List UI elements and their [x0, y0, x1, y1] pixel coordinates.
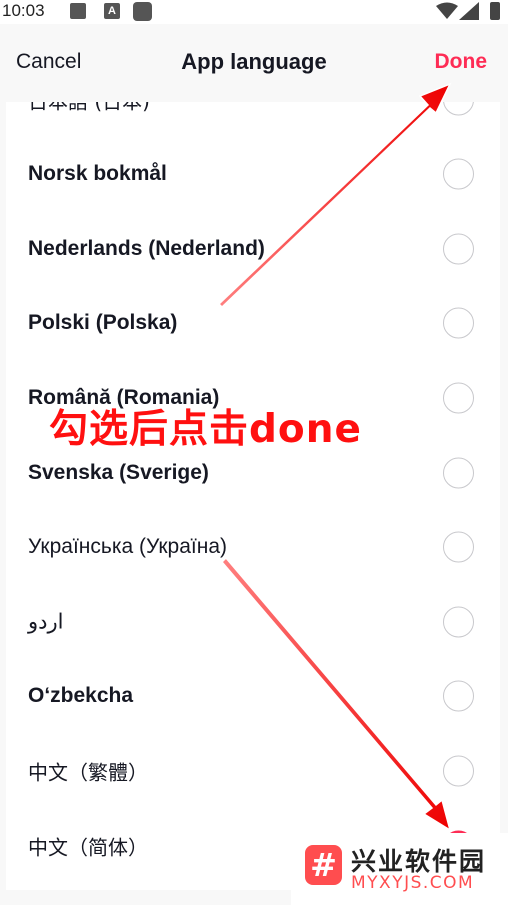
language-row[interactable]: Українська (Україна): [6, 510, 500, 585]
language-row[interactable]: اردو: [6, 584, 500, 659]
language-label: اردو: [28, 610, 64, 634]
language-list[interactable]: 日本語 (日本) Norsk bokmål Nederlands (Nederlan…: [6, 102, 500, 890]
radio-button[interactable]: [443, 307, 474, 339]
wifi-icon: [436, 2, 458, 19]
radio-button[interactable]: [443, 102, 474, 115]
radio-button[interactable]: [443, 606, 474, 638]
status-bar: 10:03 A: [0, 0, 508, 24]
cancel-button[interactable]: Cancel: [16, 50, 81, 74]
language-row[interactable]: Polski (Polska): [6, 286, 500, 361]
watermark: # 兴业软件园 MYXYJS.COM: [291, 833, 508, 905]
radio-button[interactable]: [443, 382, 474, 414]
language-label: Polski (Polska): [28, 311, 178, 335]
radio-button[interactable]: [443, 680, 474, 712]
app-square-icon: [133, 2, 152, 21]
language-row[interactable]: Nederlands (Nederland): [6, 211, 500, 286]
hash-logo-icon: #: [305, 845, 342, 885]
language-row[interactable]: 日本語 (日本): [6, 102, 500, 137]
done-button[interactable]: Done: [435, 50, 488, 74]
language-label: 中文（繁體）: [28, 760, 148, 785]
radio-button[interactable]: [443, 158, 474, 190]
font-icon: A: [104, 3, 120, 19]
language-label: Українська (Україна): [28, 535, 228, 559]
radio-button[interactable]: [443, 457, 474, 488]
watermark-en: MYXYJS.COM: [351, 873, 475, 893]
language-label: Norsk bokmål: [28, 162, 167, 186]
language-row[interactable]: 中文（繁體）: [6, 733, 500, 808]
radio-button[interactable]: [443, 233, 474, 265]
language-label: 中文（简体）: [28, 835, 148, 859]
language-label: Nederlands (Nederland): [28, 236, 265, 260]
signal-icon: [459, 2, 479, 20]
language-label: O‘zbekcha: [28, 684, 134, 708]
language-row[interactable]: O‘zbekcha: [6, 659, 500, 734]
status-time: 10:03: [2, 1, 45, 20]
header-bar: Cancel App language Done: [0, 24, 508, 102]
language-list-container: 日本語 (日本) Norsk bokmål Nederlands (Nederlan…: [0, 102, 508, 905]
radio-button[interactable]: [443, 755, 474, 787]
image-icon: [70, 3, 86, 19]
annotation-text: 勾选后点击done: [49, 407, 362, 452]
battery-icon: [490, 2, 500, 20]
language-label: Svenska (Sverige): [28, 460, 209, 484]
radio-button[interactable]: [443, 531, 474, 563]
language-row[interactable]: Norsk bokmål: [6, 137, 500, 212]
language-label: 日本語 (日本): [28, 102, 150, 114]
